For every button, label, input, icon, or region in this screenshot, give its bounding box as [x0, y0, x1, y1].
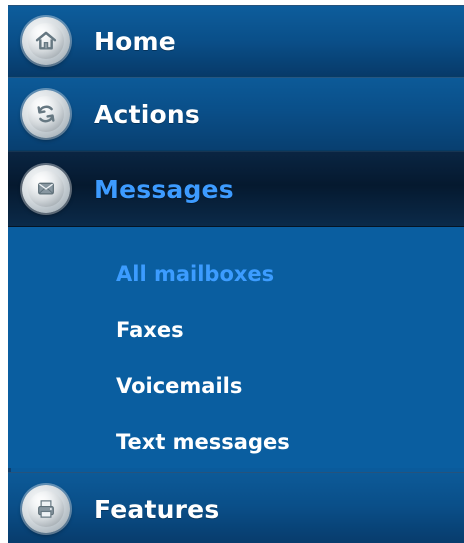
menu-item-actions[interactable]: Actions — [8, 77, 464, 151]
submenu-item-voicemails[interactable]: Voicemails — [8, 358, 464, 414]
menu-item-actions-label: Actions — [94, 99, 200, 129]
refresh-icon — [22, 90, 70, 138]
messages-submenu: All mailboxes Faxes Voicemails Text mess… — [8, 227, 464, 468]
printer-icon — [22, 485, 70, 533]
submenu-item-text-messages[interactable]: Text messages — [8, 414, 464, 470]
menu-item-features-label: Features — [94, 494, 220, 524]
submenu-item-all-mailboxes[interactable]: All mailboxes — [8, 246, 464, 302]
menu-item-home-label: Home — [94, 26, 176, 56]
menu-item-home[interactable]: Home — [8, 5, 464, 77]
home-icon — [22, 17, 70, 65]
menu-item-messages-label: Messages — [94, 174, 234, 204]
menu-item-messages[interactable]: Messages — [8, 151, 464, 227]
sidebar-navigation: Home Actions Messages All mailboxes Faxe… — [8, 5, 464, 543]
submenu-item-faxes[interactable]: Faxes — [8, 302, 464, 358]
envelope-icon — [22, 165, 70, 213]
menu-item-features[interactable]: Features — [8, 472, 464, 543]
